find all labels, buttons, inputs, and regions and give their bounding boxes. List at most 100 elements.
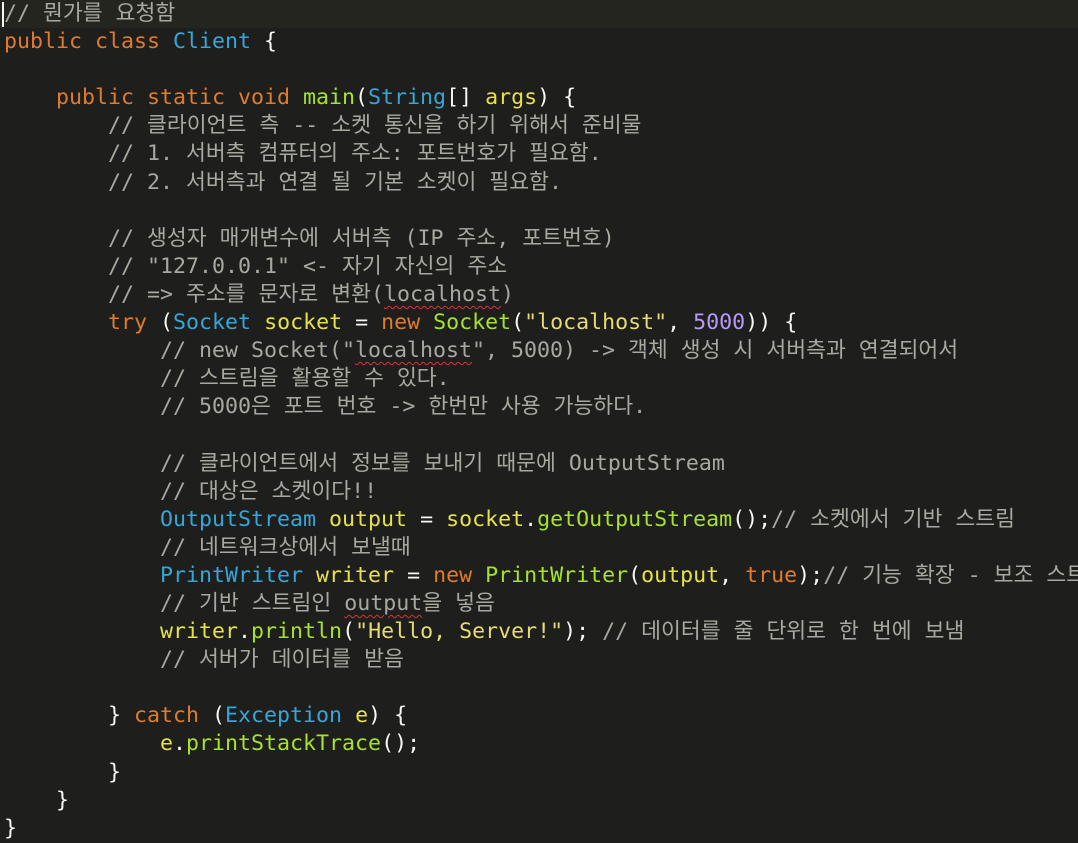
code-token: ( bbox=[212, 703, 226, 729]
code-line[interactable]: // "127.0.0.1" <- 자기 자신의 주소 bbox=[4, 253, 1078, 281]
code-token: writer bbox=[316, 562, 395, 588]
code-token: PrintWriter bbox=[485, 562, 629, 588]
code-token: ( bbox=[342, 619, 356, 645]
code-line[interactable]: } bbox=[4, 815, 1078, 843]
code-line[interactable]: // => 주소를 문자로 변환(localhost) bbox=[4, 281, 1078, 309]
code-token: = bbox=[342, 310, 382, 336]
code-token: ) { bbox=[368, 703, 408, 729]
code-token: (); bbox=[381, 731, 421, 757]
code-token: , bbox=[719, 562, 746, 588]
code-token: // 대상은 소켓이다!! bbox=[4, 478, 378, 504]
code-line[interactable]: // 클라이언트 측 -- 소켓 통신을 하기 위해서 준비물 bbox=[4, 112, 1078, 140]
code-token: output bbox=[329, 506, 408, 532]
spellcheck-token: output bbox=[344, 590, 423, 616]
code-token: catch bbox=[134, 703, 213, 729]
code-line[interactable]: // 스트림을 활용할 수 있다. bbox=[4, 365, 1078, 393]
code-line[interactable]: // 대상은 소켓이다!! bbox=[4, 478, 1078, 506]
code-token: // new Socket(" bbox=[4, 338, 356, 364]
code-token: args bbox=[485, 85, 538, 111]
code-token: true bbox=[745, 562, 798, 588]
code-token: // => 주소를 문자로 변환( bbox=[4, 281, 384, 307]
code-token: public static void bbox=[4, 85, 304, 111]
code-token: e bbox=[160, 731, 174, 757]
code-token: // 생성자 매개변수에 서버측 (IP 주소, 포트번호) bbox=[4, 225, 615, 251]
code-token: ( bbox=[160, 310, 174, 336]
code-token: PrintWriter bbox=[160, 562, 304, 588]
code-line[interactable]: // 생성자 매개변수에 서버측 (IP 주소, 포트번호) bbox=[4, 225, 1078, 253]
code-token: ( bbox=[511, 310, 525, 336]
code-line[interactable]: } catch (Exception e) { bbox=[4, 702, 1078, 730]
code-token: ( bbox=[355, 85, 369, 111]
code-token: // 2. 서버측과 연결 될 기본 소켓이 필요함. bbox=[4, 169, 563, 195]
code-lines[interactable]: // 뭔가를 요청함 public class Client { public s… bbox=[0, 0, 1078, 843]
code-token: main bbox=[303, 85, 356, 111]
code-token: 을 넣음 bbox=[422, 590, 495, 616]
code-token: = bbox=[407, 506, 447, 532]
code-line[interactable]: public static void main(String[] args) { bbox=[4, 84, 1078, 112]
code-line[interactable]: try (Socket socket = new Socket("localho… bbox=[4, 309, 1078, 337]
code-token: . bbox=[173, 731, 187, 757]
code-token: public class bbox=[4, 29, 174, 55]
code-token: } bbox=[4, 787, 70, 813]
code-token: // 클라이언트에서 정보를 보내기 때문에 OutputStream bbox=[4, 450, 725, 476]
code-line[interactable]: // 서버가 데이터를 받음 bbox=[4, 646, 1078, 674]
code-token: String bbox=[368, 85, 447, 111]
code-line[interactable]: // 2. 서버측과 연결 될 기본 소켓이 필요함. bbox=[4, 169, 1078, 197]
code-line[interactable]: // 네트워크상에서 보낼때 bbox=[4, 534, 1078, 562]
code-token: OutputStream bbox=[160, 506, 317, 532]
code-token: = bbox=[394, 562, 434, 588]
code-token: socket bbox=[446, 506, 525, 532]
code-line[interactable]: PrintWriter writer = new PrintWriter(out… bbox=[4, 562, 1078, 590]
code-line[interactable]: e.printStackTrace(); bbox=[4, 730, 1078, 758]
code-token: ( bbox=[628, 562, 642, 588]
code-token: 5000 bbox=[693, 310, 746, 336]
code-line[interactable]: } bbox=[4, 787, 1078, 815]
code-line[interactable]: writer.println("Hello, Server!"); // 데이터… bbox=[4, 618, 1078, 646]
code-token: // 네트워크상에서 보낼때 bbox=[4, 534, 411, 560]
code-line[interactable]: public class Client { bbox=[4, 28, 1078, 56]
code-token: } bbox=[4, 703, 135, 729]
code-token: // 뭔가를 요청함 bbox=[4, 1, 176, 26]
code-line[interactable] bbox=[4, 674, 1078, 702]
code-line[interactable]: // 기반 스트림인 output을 넣음 bbox=[4, 590, 1078, 618]
text-cursor bbox=[2, 2, 4, 27]
code-token: e bbox=[355, 703, 369, 729]
spellcheck-token: localhost bbox=[355, 338, 473, 364]
code-line[interactable] bbox=[4, 421, 1078, 449]
code-token: ", 5000) -> 객체 생성 시 서버측과 연결되어서 bbox=[472, 338, 959, 364]
code-token: // 기반 스트림인 bbox=[4, 590, 345, 616]
code-line[interactable]: } bbox=[4, 759, 1078, 787]
code-token: writer bbox=[160, 619, 239, 645]
code-token: // 서버가 데이터를 받음 bbox=[4, 647, 404, 673]
code-token: } bbox=[4, 759, 122, 785]
code-token: Socket bbox=[173, 310, 252, 336]
code-token: . bbox=[238, 619, 252, 645]
code-editor[interactable]: // 뭔가를 요청함 public class Client { public s… bbox=[0, 0, 1078, 843]
code-token: } bbox=[4, 815, 18, 841]
code-line[interactable] bbox=[4, 197, 1078, 225]
code-line[interactable]: // 1. 서버측 컴퓨터의 주소: 포트번호가 필요함. bbox=[4, 140, 1078, 168]
code-token: socket bbox=[264, 310, 343, 336]
code-token: [] bbox=[446, 85, 486, 111]
code-token: getOutputStream bbox=[537, 506, 733, 532]
code-token: ); bbox=[797, 562, 824, 588]
spellcheck-token: localhost bbox=[383, 281, 501, 307]
code-token: // 클라이언트 측 -- 소켓 통신을 하기 위해서 준비물 bbox=[4, 113, 642, 139]
code-line[interactable]: // new Socket("localhost", 5000) -> 객체 생… bbox=[4, 337, 1078, 365]
code-token: . bbox=[524, 506, 538, 532]
code-token: Client bbox=[173, 29, 252, 55]
code-line[interactable] bbox=[4, 56, 1078, 84]
code-line[interactable]: // 뭔가를 요청함 bbox=[0, 0, 1078, 29]
code-token: // "127.0.0.1" <- 자기 자신의 주소 bbox=[4, 253, 508, 279]
code-line[interactable]: OutputStream output = socket.getOutputSt… bbox=[4, 506, 1078, 534]
code-line[interactable]: // 5000은 포트 번호 -> 한번만 사용 가능하다. bbox=[4, 393, 1078, 421]
code-token: new bbox=[381, 310, 434, 336]
code-token: // 스트림을 활용할 수 있다. bbox=[4, 366, 450, 392]
code-line[interactable]: // 클라이언트에서 정보를 보내기 때문에 OutputStream bbox=[4, 450, 1078, 478]
